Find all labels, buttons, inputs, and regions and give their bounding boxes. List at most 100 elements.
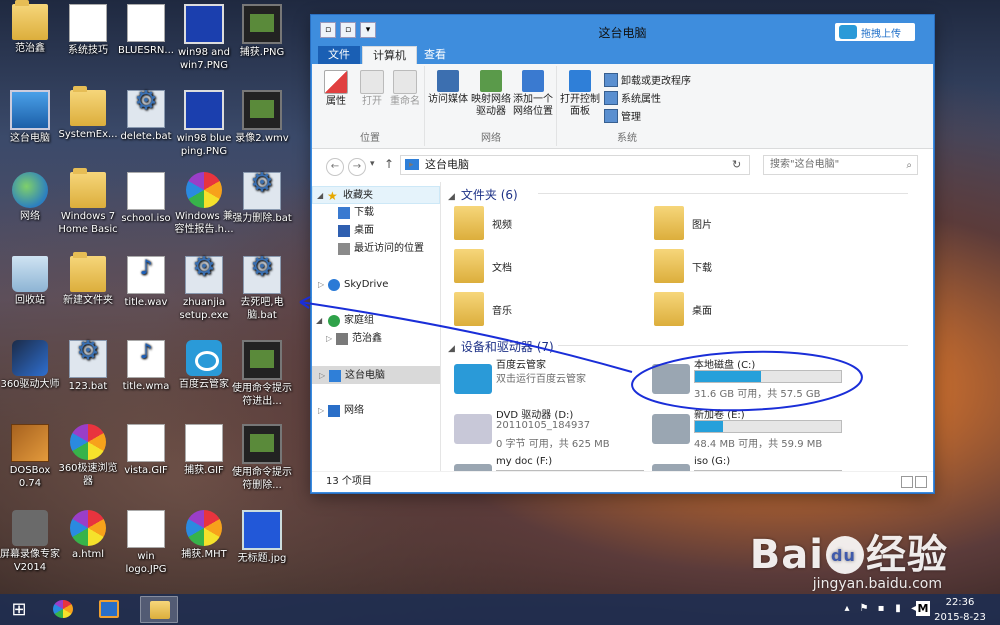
desktop-icon[interactable]: DOSBox 0.74: [0, 424, 60, 490]
drive-item[interactable]: DVD 驱动器 (D:) 20110105_184937 0 字节 可用，共 625…: [454, 406, 674, 458]
start-button[interactable]: ⊞: [6, 599, 32, 621]
wifi-signal-icon[interactable]: ▮: [893, 603, 903, 615]
drive-item[interactable]: iso (G:): [652, 456, 872, 472]
nav-skydrive[interactable]: ▷ SkyDrive: [312, 276, 440, 294]
recent-locations-icon[interactable]: ▾: [370, 159, 375, 169]
folder-item[interactable]: 文档: [448, 247, 628, 287]
nav-this-pc[interactable]: ▷ 这台电脑: [312, 366, 440, 384]
nav-homegroup[interactable]: ◢ 家庭组: [312, 312, 440, 330]
nav-desktop[interactable]: 桌面: [312, 222, 440, 240]
desktop-icon[interactable]: a.html: [58, 510, 118, 561]
open-button[interactable]: 打开: [360, 70, 384, 108]
tiles-view-icon[interactable]: [915, 476, 927, 488]
desktop-icon[interactable]: 360极速浏览器: [58, 424, 118, 488]
folder-item[interactable]: 桌面: [648, 290, 828, 330]
chevron-up-icon[interactable]: ▴: [842, 603, 852, 615]
desktop-icon[interactable]: delete.bat: [116, 90, 176, 143]
desktop-icon-label: DOSBox 0.74: [9, 465, 51, 489]
taskbar-media-player[interactable]: [90, 596, 128, 623]
folder-item[interactable]: 图片: [648, 204, 828, 244]
desktop-icon[interactable]: 使用命令提示符删除...: [232, 424, 292, 492]
folders-section-header[interactable]: ◢ 文件夹 (6): [448, 186, 908, 203]
taskbar-explorer[interactable]: [140, 596, 178, 623]
nav-downloads[interactable]: 下载: [312, 204, 440, 222]
desktop-icon[interactable]: title.wav: [116, 256, 176, 309]
desktop-icon[interactable]: win98 and win7.PNG: [174, 4, 234, 72]
desktop-icon[interactable]: 去死吧,电脑.bat: [232, 256, 292, 322]
properties-icon: [324, 70, 348, 94]
refresh-icon[interactable]: ↻: [732, 158, 741, 171]
control-panel-button[interactable]: 打开控制面板: [560, 70, 600, 118]
desktop-icon[interactable]: zhuanjia setup.exe: [174, 256, 234, 322]
drag-upload-button[interactable]: 拖拽上传: [835, 23, 915, 41]
desktop-icon[interactable]: win98 blue ping.PNG: [174, 90, 234, 158]
manage-icon: [604, 108, 618, 123]
taskbar-browser[interactable]: [44, 596, 82, 623]
properties-button[interactable]: 属性: [324, 70, 348, 108]
drive-subtitle: 双击运行百度云管家: [496, 374, 586, 385]
desktop-icon[interactable]: 123.bat: [58, 340, 118, 393]
desktop-icon[interactable]: title.wma: [116, 340, 176, 393]
rename-button[interactable]: 重命名: [390, 70, 420, 108]
desktop-icon[interactable]: 无标题.jpg: [232, 510, 292, 565]
tab-computer[interactable]: 计算机: [362, 46, 417, 65]
desktop-icon[interactable]: 范治鑫: [0, 0, 60, 55]
clock[interactable]: 22:36 2015-8-23: [930, 597, 990, 624]
desktop-icon[interactable]: 360驱动大师: [0, 340, 60, 391]
desktop-icon[interactable]: Windows 7 Home Basic: [58, 168, 118, 236]
desktop-icon[interactable]: 回收站: [0, 256, 60, 307]
desktop-icon[interactable]: Windows 兼容性报告.h...: [174, 172, 234, 236]
add-network-location-button[interactable]: 添加一个网络位置: [512, 70, 554, 118]
desktop-icon[interactable]: 捕获.MHT: [174, 510, 234, 561]
drive-item[interactable]: my doc (F:): [454, 456, 674, 472]
folder-item[interactable]: 音乐: [448, 290, 628, 330]
nav-skydrive-label: SkyDrive: [344, 279, 389, 290]
drive-item[interactable]: 本地磁盘 (C:) 31.6 GB 可用，共 57.5 GB: [652, 356, 872, 408]
title-bar[interactable]: ▫ ▫ ▾ 这台电脑 拖拽上传: [312, 16, 933, 46]
up-arrow-icon[interactable]: ↑: [384, 157, 394, 171]
tray-app-icon[interactable]: ▪: [876, 603, 886, 615]
desktop-icon[interactable]: 新建文件夹: [58, 252, 118, 307]
desktop-icon[interactable]: 屏幕录像专家V2014: [0, 510, 60, 574]
desktop-icon[interactable]: 这台电脑: [0, 90, 60, 145]
nav-network[interactable]: ▷ 网络: [312, 402, 440, 420]
nav-favorites[interactable]: ◢ ★ 收藏夹: [312, 186, 440, 204]
address-bar[interactable]: 这台电脑 ▸: [400, 155, 750, 175]
hdd-icon: [652, 364, 690, 394]
folder-item[interactable]: 下载: [648, 247, 828, 287]
desktop-icon[interactable]: 使用命令提示符进出...: [232, 340, 292, 408]
drive-item[interactable]: 新加卷 (E:) 48.4 MB 可用，共 59.9 MB: [652, 406, 872, 458]
desktop-icon[interactable]: 录像2.wmv: [232, 90, 292, 145]
drive-item[interactable]: 百度云管家 双击运行百度云管家: [454, 356, 674, 408]
desktop-icon[interactable]: win logo.JPG: [116, 510, 176, 576]
manage-label: 管理: [621, 112, 641, 123]
desktop-icon[interactable]: 网络: [0, 172, 60, 223]
back-button[interactable]: ←: [326, 158, 344, 176]
access-media-button[interactable]: 访问媒体: [428, 70, 468, 106]
nav-recent[interactable]: 最近访问的位置: [312, 240, 440, 258]
map-drive-button[interactable]: 映射网络驱动器: [470, 70, 512, 118]
desktop-icon[interactable]: BLUESRN...: [116, 4, 176, 57]
desktop-icon[interactable]: 百度云管家: [174, 340, 234, 391]
search-input[interactable]: 搜索"这台电脑" ⌕: [763, 155, 918, 175]
manage-button[interactable]: 管理: [604, 108, 641, 123]
desktop-icon[interactable]: 系统技巧: [58, 4, 118, 57]
desktop-icon[interactable]: vista.GIF: [116, 424, 176, 477]
desktop-icon[interactable]: 捕获.PNG: [232, 4, 292, 59]
desktop-icon[interactable]: 强力删除.bat: [232, 172, 292, 225]
folder-item[interactable]: 视频: [448, 204, 628, 244]
folder-label: 图片: [692, 220, 712, 231]
desktop-icon[interactable]: school.iso: [116, 172, 176, 225]
desktop-icon[interactable]: 捕获.GIF: [174, 424, 234, 477]
ime-indicator[interactable]: M: [916, 601, 930, 616]
forward-button[interactable]: →: [348, 158, 366, 176]
uninstall-button[interactable]: 卸载或更改程序: [604, 72, 691, 87]
desktop-icon[interactable]: SystemEx...: [58, 86, 118, 141]
devices-section-header[interactable]: ◢ 设备和驱动器 (7): [448, 338, 908, 355]
tab-view[interactable]: 查看: [414, 46, 456, 64]
system-properties-button[interactable]: 系统属性: [604, 90, 661, 105]
details-view-icon[interactable]: [901, 476, 913, 488]
tab-file[interactable]: 文件: [318, 46, 360, 64]
action-center-flag-icon[interactable]: ⚑: [859, 603, 869, 615]
nav-homegroup-user[interactable]: ▷ 范治鑫: [312, 330, 440, 348]
